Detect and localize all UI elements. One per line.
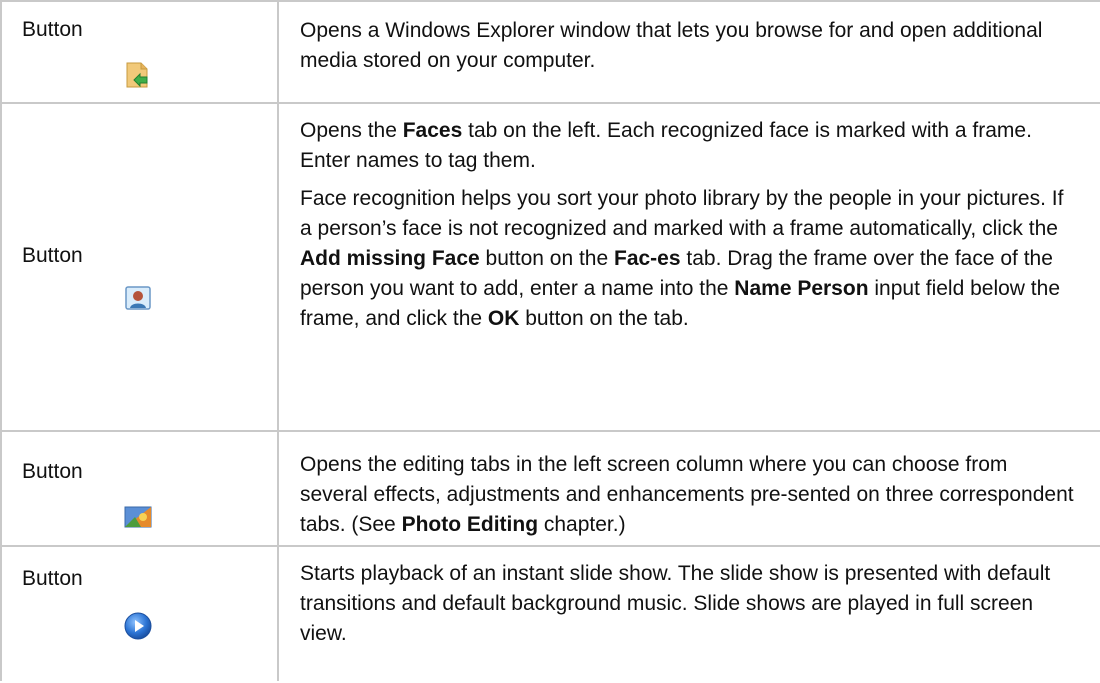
row-description: Opens a Windows Explorer window that let… xyxy=(300,16,1080,84)
description-paragraph: Face recognition helps you sort your pho… xyxy=(300,184,1080,334)
table-row: Button Opens the editing tabs in the lef… xyxy=(0,430,1100,547)
description-paragraph: Starts playback of an instant slide show… xyxy=(300,559,1080,649)
row-description: Opens the Faces tab on the left. Each re… xyxy=(300,116,1080,342)
bold-term-name-person: Name Person xyxy=(734,277,869,300)
button-reference-table: Button Opens a Windows Explorer window t… xyxy=(0,0,1100,681)
row-description: Starts playback of an instant slide show… xyxy=(300,559,1080,657)
bold-term-photo-editing: Photo Editing xyxy=(401,513,539,536)
description-text: Opens the xyxy=(300,119,403,142)
table-row: Button Opens a Windows Explorer window t… xyxy=(0,0,1100,104)
bold-term-add-missing-face: Add missing Face xyxy=(300,247,480,270)
bold-term-faces-tab: Fac-es xyxy=(614,247,681,270)
table-row: Button Starts playback of an instant sli… xyxy=(0,545,1100,683)
photo-editing-icon xyxy=(123,502,153,532)
bold-term-faces: Faces xyxy=(402,119,463,142)
row-label: Button xyxy=(22,460,83,483)
open-media-folder-icon xyxy=(122,60,152,90)
description-text: button on the tab. xyxy=(519,307,689,330)
description-text: Starts playback of an instant slide show… xyxy=(300,562,1051,645)
description-paragraph: Opens a Windows Explorer window that let… xyxy=(300,16,1080,76)
description-text: Face recognition helps you sort your pho… xyxy=(300,187,1064,240)
play-slideshow-icon xyxy=(123,611,153,641)
row-label: Button xyxy=(22,244,83,267)
table-row: Button Opens the Faces tab on the left. … xyxy=(0,102,1100,432)
row-label: Button xyxy=(22,567,83,590)
faces-person-icon xyxy=(124,284,152,312)
row-label: Button xyxy=(22,18,83,41)
bold-term-ok: OK xyxy=(487,307,520,330)
description-text: chapter.) xyxy=(538,513,626,536)
description-paragraph: Opens the Faces tab on the left. Each re… xyxy=(300,116,1080,176)
description-text: Opens a Windows Explorer window that let… xyxy=(300,19,1043,72)
description-text: button on the xyxy=(479,247,614,270)
description-paragraph: Opens the editing tabs in the left scree… xyxy=(300,450,1080,540)
row-description: Opens the editing tabs in the left scree… xyxy=(300,450,1080,548)
